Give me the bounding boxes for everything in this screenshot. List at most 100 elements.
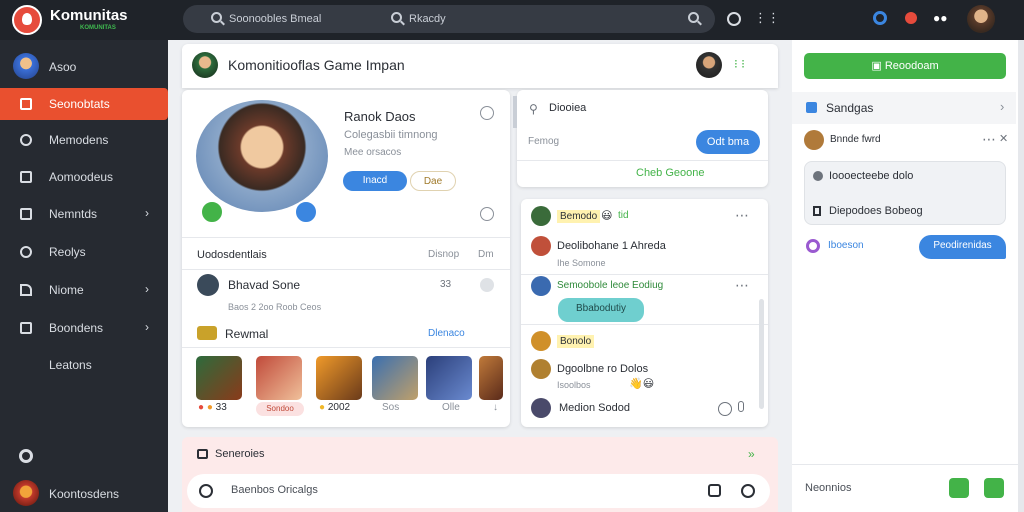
- sidebar-profile-label[interactable]: Asoo: [49, 60, 76, 74]
- microphone-icon[interactable]: [738, 401, 744, 412]
- sidebar-item-3[interactable]: Nemntds ›: [0, 198, 168, 230]
- follow-button[interactable]: Inacd: [343, 171, 407, 191]
- message-placeholder[interactable]: Baenbos Oricalgs: [231, 484, 318, 496]
- emoji-icon[interactable]: [199, 484, 213, 498]
- feed-emoji: 😃: [601, 210, 613, 222]
- row-count: 33: [440, 279, 452, 290]
- search-secondary-text[interactable]: Rkacdy: [409, 13, 446, 25]
- tag-icon: [20, 284, 32, 296]
- scrollbar[interactable]: [1018, 40, 1024, 512]
- game-thumbnail[interactable]: [256, 356, 302, 400]
- sidebar-item-7[interactable]: Leatons: [0, 349, 168, 381]
- settings-icon[interactable]: ●●: [933, 11, 948, 25]
- discover-button[interactable]: Odt bma: [696, 130, 760, 154]
- thumb-caption: ● ● 33: [198, 402, 227, 413]
- row2-link[interactable]: Dlenaco: [428, 328, 465, 339]
- game-thumbnail[interactable]: [316, 356, 362, 400]
- search-submit-icon[interactable]: [688, 12, 699, 23]
- chevron-right-icon: ›: [145, 206, 149, 220]
- divider: [517, 160, 768, 161]
- feed-avatar[interactable]: [531, 236, 551, 256]
- sidebar-item-1[interactable]: Memodens: [0, 124, 168, 156]
- more-options-icon[interactable]: ⋯: [735, 277, 750, 294]
- profile-subtitle: Colegasbii timnong: [344, 129, 438, 141]
- image-icon[interactable]: [949, 478, 969, 498]
- sections-link-b[interactable]: Dm: [478, 249, 494, 260]
- sidebar-item-2[interactable]: Aomoodeus: [0, 161, 168, 193]
- trophy-icon: [197, 326, 217, 340]
- sidebar-item-label: Boondens: [49, 321, 104, 335]
- section-header[interactable]: Sandgas ›: [792, 92, 1016, 124]
- donate-button[interactable]: Dae: [410, 171, 456, 191]
- more-options-icon[interactable]: ⋯: [982, 131, 997, 148]
- app-name: Komunitas: [50, 7, 128, 24]
- badge-game-icon[interactable]: [200, 200, 224, 224]
- divider: [521, 324, 768, 325]
- chat-avatar[interactable]: [804, 130, 824, 150]
- divider: [182, 347, 510, 348]
- community-avatar[interactable]: [192, 52, 218, 78]
- right-footer-label: Neonnios: [805, 482, 852, 494]
- options-icon[interactable]: ⁝ ⁝: [734, 57, 745, 71]
- expand-icon[interactable]: »: [748, 447, 755, 461]
- feed-item-name: Deolibohane 1 Ahreda: [557, 240, 666, 252]
- divider: [521, 274, 768, 275]
- game-thumbnail[interactable]: [372, 356, 418, 400]
- sidebar-item-6[interactable]: Boondens ›: [0, 312, 168, 344]
- help-icon[interactable]: [19, 449, 33, 463]
- feed-reactions[interactable]: 👋😃: [629, 377, 654, 390]
- discover-input[interactable]: Femog: [528, 136, 559, 147]
- thumb-caption: ● 2002: [319, 402, 351, 413]
- badge-controller-icon[interactable]: [294, 200, 318, 224]
- message-input[interactable]: Baenbos Oricalgs: [187, 474, 770, 508]
- user-avatar[interactable]: [967, 5, 995, 33]
- card-line-1: Ioooecteebe dolo: [829, 170, 914, 182]
- send-icon[interactable]: [741, 484, 755, 498]
- game-thumbnail[interactable]: [426, 356, 472, 400]
- feed-avatar[interactable]: [531, 276, 551, 296]
- sidebar-item-5[interactable]: Niome ›: [0, 274, 168, 306]
- send-icon[interactable]: [984, 478, 1004, 498]
- sidebar-item-0[interactable]: Seonobtats: [0, 88, 168, 120]
- discover-title: Diooiea: [549, 102, 587, 114]
- grid-icon[interactable]: ⋮⋮: [754, 10, 780, 26]
- sections-link-a[interactable]: Disnop: [428, 249, 459, 260]
- feed-extra: tid: [618, 210, 629, 221]
- pin-icon: [813, 171, 823, 181]
- footer-avatar[interactable]: [13, 480, 39, 506]
- feed-avatar[interactable]: [531, 398, 551, 418]
- feed-avatar[interactable]: [531, 206, 551, 226]
- right-panel: ▣ Reoodoam Sandgas › Bnnde fwrd ⋯ ✕ Iooo…: [792, 40, 1024, 512]
- section-title: Sandgas: [826, 101, 874, 115]
- thumb-caption: Sondoo: [256, 402, 304, 416]
- sidebar-item-4[interactable]: Reolys: [0, 236, 168, 268]
- search-bar[interactable]: Soonoobles Bmeal Rkacdy: [183, 5, 715, 33]
- scrollbar[interactable]: [759, 299, 764, 409]
- member-avatar[interactable]: [696, 52, 722, 78]
- calendar-icon: ▣: [871, 60, 885, 72]
- attachment-icon[interactable]: [708, 484, 721, 497]
- close-icon[interactable]: ✕: [999, 132, 1008, 145]
- app-logo-icon[interactable]: [12, 5, 42, 35]
- chevron-right-icon[interactable]: [480, 207, 494, 221]
- cta-button[interactable]: ▣ Reoodoam: [804, 53, 1006, 79]
- sidebar-profile-avatar[interactable]: [13, 53, 39, 79]
- more-icon[interactable]: [480, 278, 494, 292]
- row-avatar[interactable]: [197, 274, 219, 296]
- more-options-icon[interactable]: ⋯: [735, 207, 750, 224]
- row-subtitle: Baos 2 2oo Roob Ceos: [228, 302, 322, 312]
- game-thumbnail[interactable]: [479, 356, 503, 400]
- game-thumbnail[interactable]: [196, 356, 242, 400]
- profile-avatar[interactable]: [196, 100, 328, 212]
- alert-badge-icon[interactable]: [905, 12, 917, 24]
- chat-name: Bnnde fwrd: [830, 134, 881, 145]
- help-icon[interactable]: [718, 402, 732, 416]
- feed-avatar[interactable]: [531, 359, 551, 379]
- discover-link[interactable]: Cheb Geoone: [636, 167, 705, 179]
- chat-icon[interactable]: [727, 12, 741, 26]
- sidebar-footer-label[interactable]: Koontosdens: [49, 487, 119, 501]
- search-input[interactable]: Soonoobles Bmeal: [229, 13, 321, 25]
- notification-icon[interactable]: [873, 11, 887, 25]
- feed-avatar[interactable]: [531, 331, 551, 351]
- chevron-right-icon[interactable]: [480, 106, 494, 120]
